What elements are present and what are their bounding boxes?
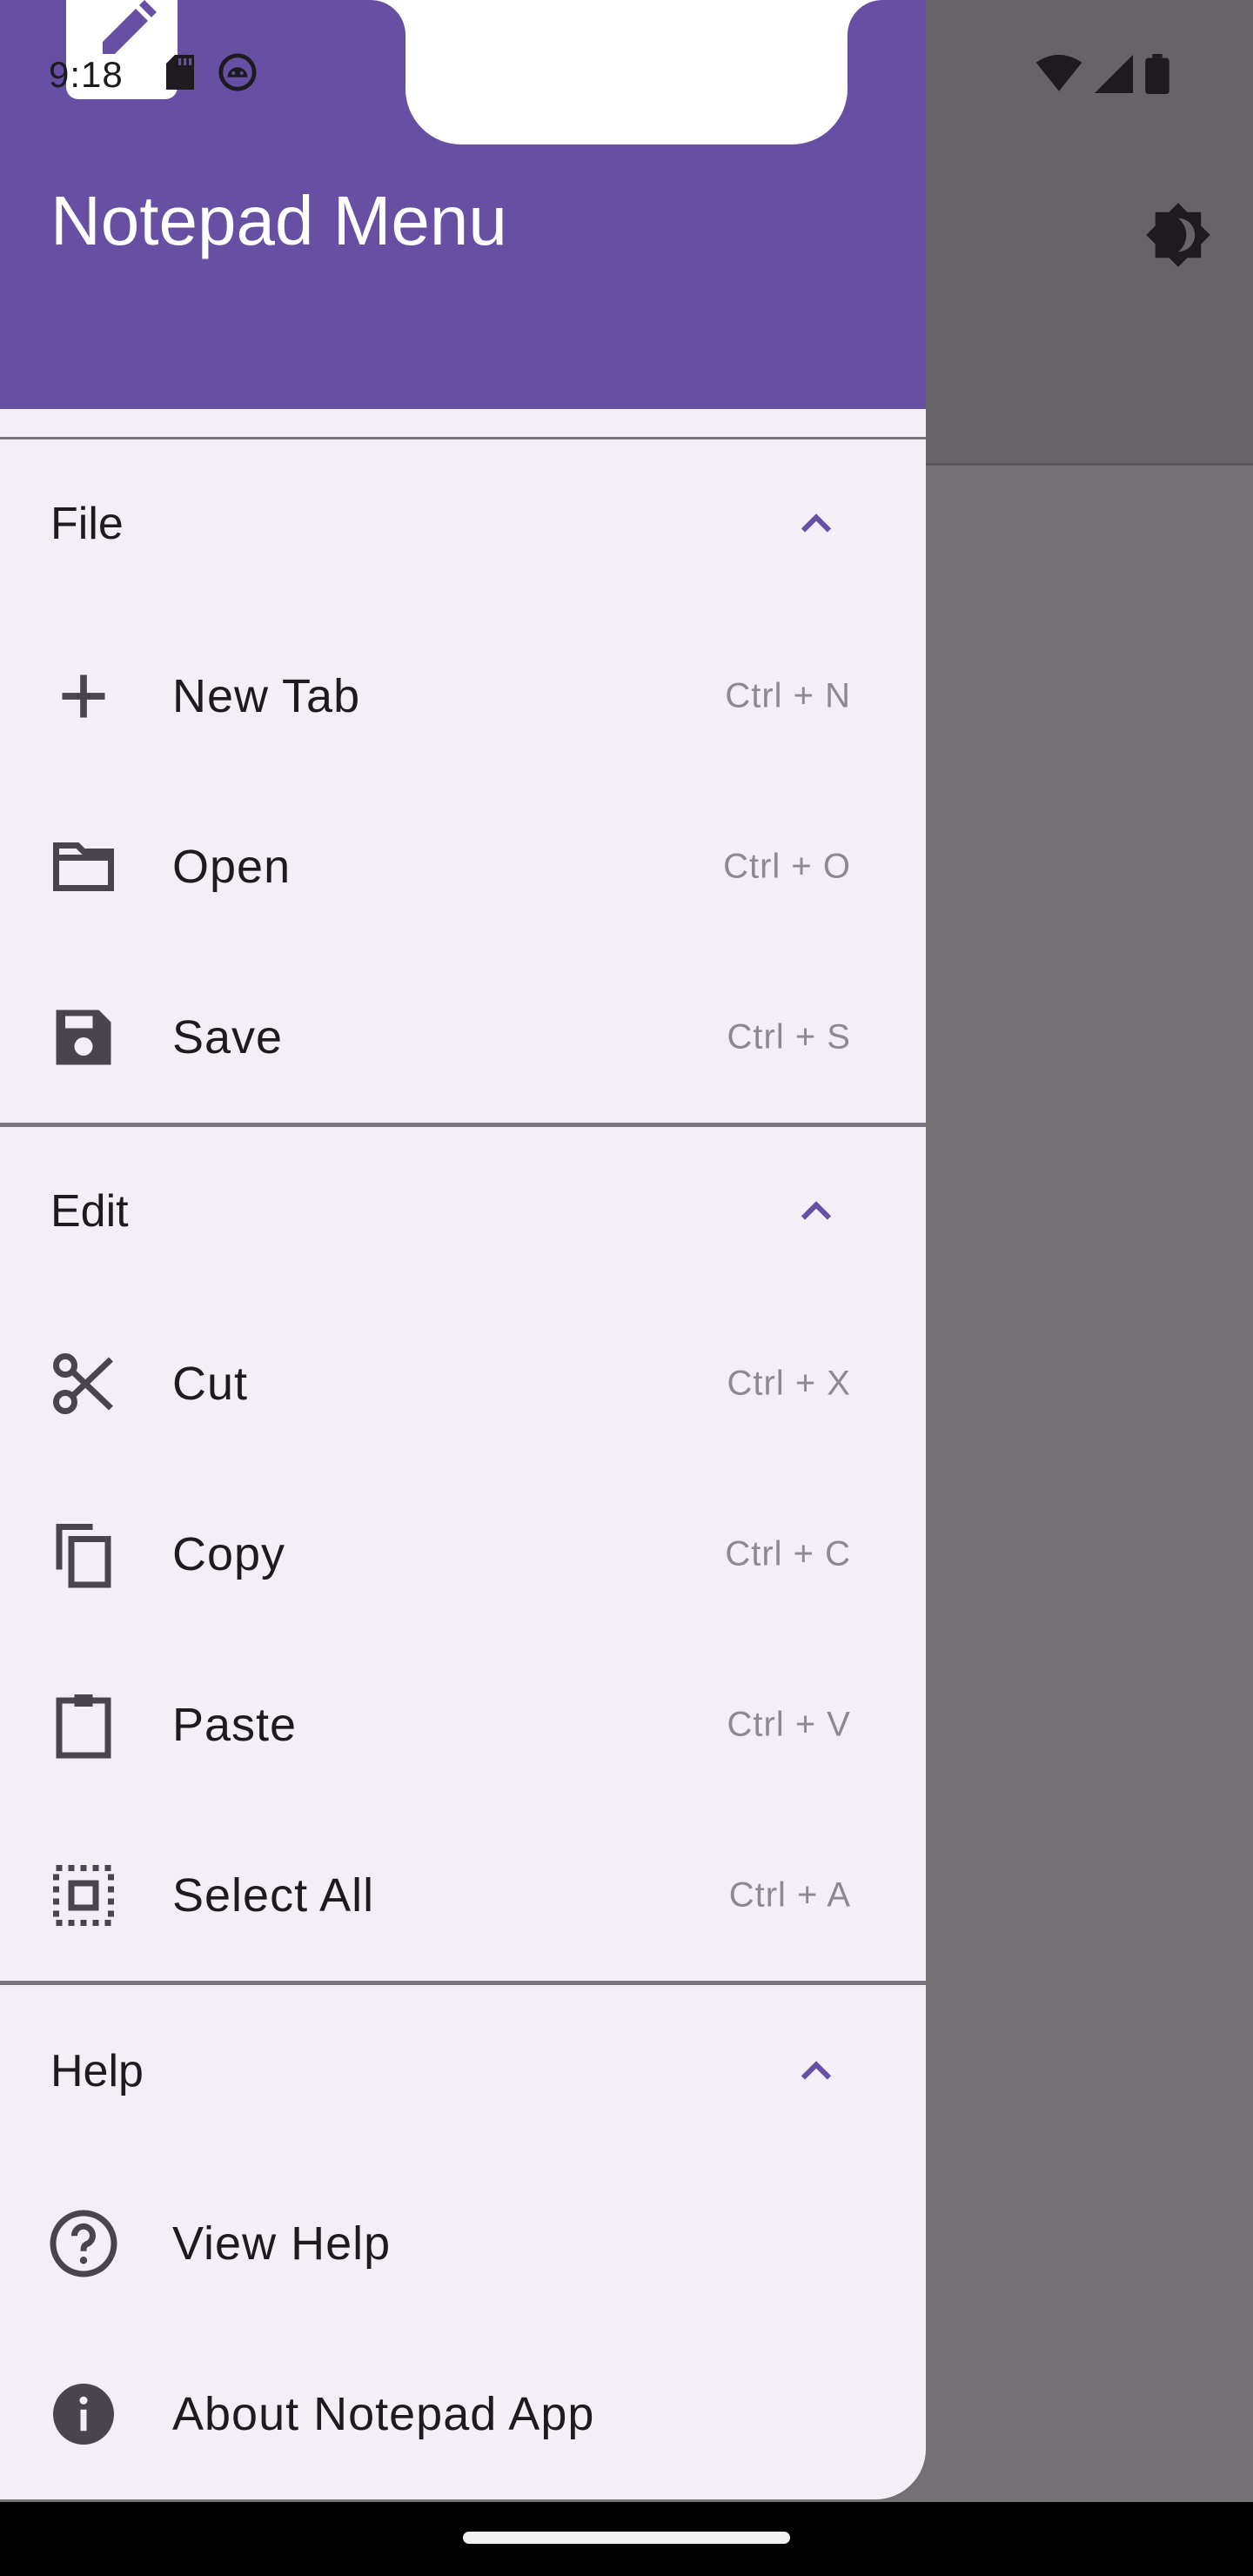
status-right-icons <box>1035 54 1169 94</box>
wifi-icon <box>1035 55 1082 91</box>
help-circle-icon <box>50 2210 117 2277</box>
screen: 9:18 Notepad Menu File New Tab Ctrl + N … <box>0 0 1253 2576</box>
shortcut-label: Ctrl + N <box>725 676 851 715</box>
menu-item-label: Copy <box>172 1528 286 1580</box>
menu-item-label: Paste <box>172 1699 298 1751</box>
menu-item-save[interactable]: Save Ctrl + S <box>0 952 926 1123</box>
menu-item-label: New Tab <box>172 670 361 722</box>
section-header-edit[interactable]: Edit <box>0 1150 926 1272</box>
sd-card-icon <box>166 55 194 90</box>
section-label: File <box>50 499 124 549</box>
section-label: Edit <box>50 1186 129 1237</box>
status-time: 9:18 <box>49 54 124 95</box>
select-all-icon <box>53 1865 114 1926</box>
chevron-up-icon <box>801 2061 832 2080</box>
divider <box>0 1981 926 1985</box>
shortcut-label: Ctrl + O <box>723 847 851 886</box>
section-header-file[interactable]: File <box>0 463 926 585</box>
navigation-drawer: 9:18 Notepad Menu File New Tab Ctrl + N … <box>0 0 926 2499</box>
menu-item-label: Open <box>172 841 291 893</box>
cell-signal-icon <box>1095 55 1133 93</box>
battery-icon <box>1145 54 1169 94</box>
shortcut-label: Ctrl + C <box>725 1534 851 1573</box>
camera-notch <box>405 0 848 144</box>
section-label: Help <box>50 2046 144 2096</box>
scissors-icon <box>53 1353 113 1414</box>
chevron-up-icon <box>801 1201 832 1220</box>
menu-item-paste[interactable]: Paste Ctrl + V <box>0 1640 926 1810</box>
chevron-up-icon <box>801 513 832 533</box>
divider <box>0 1123 926 1127</box>
android-debug-icon <box>218 53 257 91</box>
home-indicator[interactable] <box>463 2532 790 2544</box>
drawer-title: Notepad Menu <box>50 182 507 259</box>
divider <box>0 437 926 439</box>
drawer-header: 9:18 Notepad Menu <box>0 0 926 409</box>
copy-icon <box>56 1524 111 1588</box>
shortcut-label: Ctrl + S <box>727 1017 851 1057</box>
menu-item-open[interactable]: Open Ctrl + O <box>0 782 926 952</box>
clipboard-icon <box>56 1694 111 1759</box>
notch-corner <box>848 0 893 35</box>
section-header-help[interactable]: Help <box>0 2010 926 2132</box>
menu-item-about[interactable]: About Notepad App <box>0 2329 926 2499</box>
menu-item-label: Save <box>172 1011 284 1063</box>
menu-item-view-help[interactable]: View Help <box>0 2158 926 2329</box>
menu-item-copy[interactable]: Copy Ctrl + C <box>0 1469 926 1640</box>
brightness-icon[interactable] <box>1142 198 1215 272</box>
folder-icon <box>53 842 114 891</box>
shortcut-label: Ctrl + X <box>727 1364 851 1403</box>
notch-corner <box>360 0 405 35</box>
save-icon <box>56 1010 111 1065</box>
menu-item-label: View Help <box>172 2217 392 2270</box>
menu-item-label: Cut <box>172 1358 249 1410</box>
menu-item-label: Select All <box>172 1869 375 1922</box>
menu-item-select-all[interactable]: Select All Ctrl + A <box>0 1810 926 1981</box>
shortcut-label: Ctrl + A <box>728 1875 851 1915</box>
menu-item-cut[interactable]: Cut Ctrl + X <box>0 1298 926 1469</box>
shortcut-label: Ctrl + V <box>727 1705 851 1744</box>
menu-item-new-tab[interactable]: New Tab Ctrl + N <box>0 611 926 782</box>
menu-item-label: About Notepad App <box>172 2388 595 2440</box>
status-left-icons <box>165 52 258 92</box>
info-icon <box>53 2384 114 2445</box>
plus-icon <box>62 674 105 718</box>
